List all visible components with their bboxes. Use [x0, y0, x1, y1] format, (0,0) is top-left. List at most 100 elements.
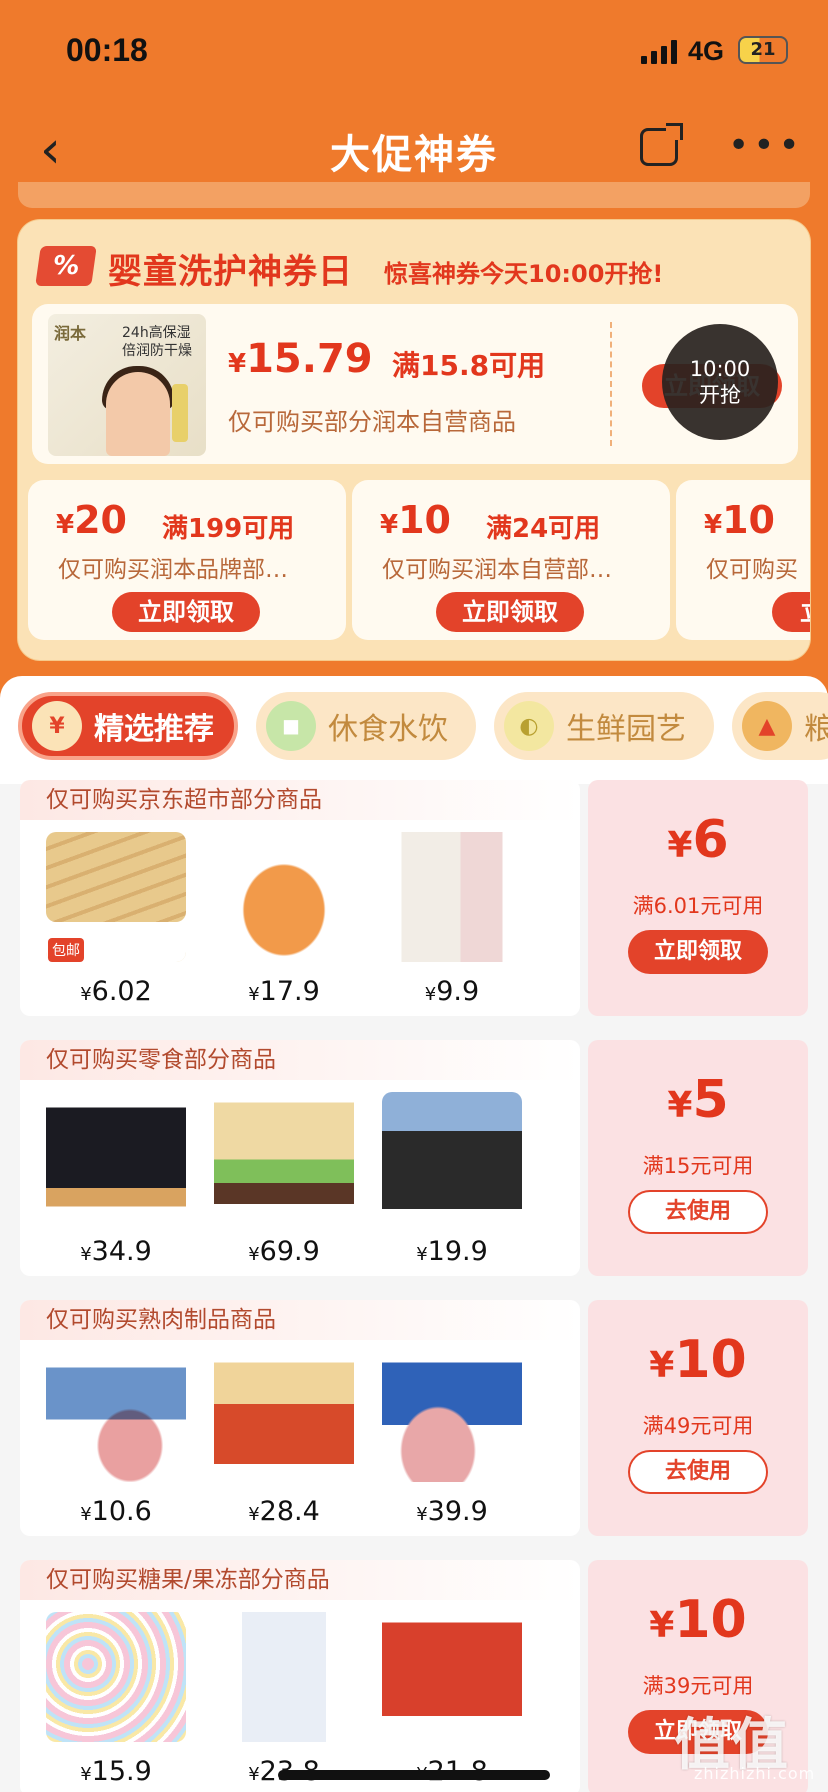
- battery-icon: 21: [738, 36, 788, 64]
- product-price: ¥17.9: [248, 976, 320, 1007]
- small-coupon[interactable]: ¥20 满199可用 仅可购买润本品牌部… 立即领取: [28, 480, 346, 640]
- main-coupon[interactable]: 润本 24h高保湿 倍润防干燥 ¥15.79 满15.8可用 仅可购买部分润本自…: [32, 304, 798, 464]
- coupon-icon: ¥: [32, 701, 82, 751]
- product-item[interactable]: ¥21.8: [382, 1612, 522, 1792]
- share-icon[interactable]: [640, 123, 683, 166]
- tab-featured[interactable]: ¥ 精选推荐: [18, 692, 238, 760]
- coupon-condition: 满49元可用: [642, 1414, 754, 1438]
- tab-snacks-drinks[interactable]: ◼ 休食水饮: [256, 692, 476, 760]
- small-coupon-amount: ¥10: [704, 498, 775, 542]
- coupon-card[interactable]: 仅可购买京东超市部分商品 包邮 ¥6.02 ¥17.9 ¥9.9 ¥6 满6.0…: [20, 780, 808, 1016]
- product-thumbnail: [46, 1352, 186, 1482]
- more-icon[interactable]: •••: [728, 128, 804, 164]
- product-item[interactable]: ¥15.9: [46, 1612, 186, 1792]
- product-thumbnail: [214, 1352, 354, 1482]
- status-time: 00:18: [66, 32, 148, 68]
- timer-label: 开抢: [699, 383, 741, 407]
- tab-fresh-produce[interactable]: ◐ 生鲜园艺: [494, 692, 714, 760]
- product-thumbnail: [382, 832, 522, 962]
- signal-icon: [641, 40, 677, 64]
- product-price: ¥69.9: [248, 1236, 320, 1267]
- small-coupon[interactable]: ¥10 仅可购买 立: [676, 480, 810, 640]
- card-header: 仅可购买糖果/果冻部分商品: [20, 1560, 580, 1600]
- coupon-divider: [610, 322, 612, 446]
- coupon-amount: ¥5: [667, 1070, 729, 1130]
- tab-label: 生鲜园艺: [566, 712, 686, 747]
- watermark-url: zhizhizhi.com: [694, 1764, 816, 1783]
- home-indicator[interactable]: [278, 1770, 550, 1780]
- tab-label: 粮: [804, 712, 828, 747]
- coupon-amount: ¥6: [667, 810, 729, 870]
- product-item[interactable]: ¥39.9: [382, 1352, 522, 1532]
- product-item[interactable]: ¥34.9: [46, 1092, 186, 1272]
- small-coupon-amount: ¥20: [56, 498, 127, 542]
- free-shipping-badge: 包邮: [48, 938, 84, 962]
- product-image: 润本 24h高保湿 倍润防干燥: [48, 314, 206, 456]
- nav-bar: ‹ 大促神券 •••: [0, 110, 828, 186]
- countdown-badge: 10:00 开抢: [662, 324, 778, 440]
- product-item[interactable]: ¥10.6: [46, 1352, 186, 1532]
- coupon-card[interactable]: 仅可购买熟肉制品商品 ¥10.6 ¥28.4 ¥39.9 ¥10 满49元可用 …: [20, 1300, 808, 1536]
- main-coupon-desc: 仅可购买部分润本自营商品: [228, 408, 516, 436]
- promo-panel: % 婴童洗护神券日 惊喜神券今天10:00开抢! 润本 24h高保湿 倍润防干燥…: [18, 220, 810, 660]
- product-panel: 仅可购买糖果/果冻部分商品 ¥15.9 ¥23.8 ¥21.8: [20, 1560, 580, 1792]
- small-coupon-claim-button[interactable]: 立: [772, 592, 810, 632]
- product-item[interactable]: ¥19.9: [382, 1092, 522, 1272]
- page-title: 大促神券: [330, 132, 498, 178]
- product-price: ¥39.9: [416, 1496, 488, 1527]
- timer-time: 10:00: [689, 357, 751, 381]
- main-coupon-condition: 满15.8可用: [392, 349, 546, 382]
- product-price: ¥28.4: [248, 1496, 320, 1527]
- claim-button[interactable]: 立即领取: [628, 930, 768, 974]
- coupon-value-panel: ¥5 满15元可用 去使用: [588, 1040, 808, 1276]
- product-panel: 仅可购买熟肉制品商品 ¥10.6 ¥28.4 ¥39.9: [20, 1300, 580, 1536]
- small-coupon-desc: 仅可购买润本自营部…: [382, 557, 612, 583]
- product-thumbnail: [214, 832, 354, 962]
- small-coupon-claim-button[interactable]: 立即领取: [436, 592, 584, 632]
- product-item[interactable]: ¥69.9: [214, 1092, 354, 1272]
- coupon-condition: 满39元可用: [642, 1674, 754, 1698]
- coupon-value-panel: ¥6 满6.01元可用 立即领取: [588, 780, 808, 1016]
- product-item[interactable]: ¥9.9: [382, 832, 522, 1012]
- coupon-value-panel: ¥10 满49元可用 去使用: [588, 1300, 808, 1536]
- product-thumbnail: [214, 1092, 354, 1222]
- tab-grain[interactable]: ▲ 粮: [732, 692, 828, 760]
- small-coupon-condition: 满24可用: [486, 514, 601, 544]
- small-coupon[interactable]: ¥10 满24可用 仅可购买润本自营部… 立即领取: [352, 480, 670, 640]
- use-button[interactable]: 去使用: [628, 1450, 768, 1494]
- product-thumbnail: [382, 1352, 522, 1482]
- product-price: ¥19.9: [416, 1236, 488, 1267]
- product-panel: 仅可购买零食部分商品 ¥34.9 ¥69.9 ¥19.9: [20, 1040, 580, 1276]
- grain-icon: ▲: [742, 701, 792, 751]
- product-thumbnail: [214, 1612, 354, 1742]
- product-item[interactable]: 包邮 ¥6.02: [46, 832, 186, 1012]
- tab-label: 精选推荐: [94, 712, 214, 747]
- panel-top-strip: [18, 182, 810, 208]
- card-header: 仅可购买京东超市部分商品: [20, 780, 580, 820]
- network-type: 4G: [688, 36, 725, 66]
- coupon-amount: ¥10: [649, 1590, 747, 1650]
- card-header: 仅可购买熟肉制品商品: [20, 1300, 580, 1340]
- status-bar: 00:18 4G 21: [0, 0, 828, 100]
- use-button[interactable]: 去使用: [628, 1190, 768, 1234]
- coupon-condition: 满6.01元可用: [632, 894, 764, 918]
- percent-badge-icon: %: [35, 246, 97, 286]
- product-item[interactable]: ¥28.4: [214, 1352, 354, 1532]
- product-item[interactable]: ¥23.8: [214, 1612, 354, 1792]
- category-tabs: ¥ 精选推荐 ◼ 休食水饮 ◐ 生鲜园艺 ▲ 粮: [0, 676, 828, 784]
- product-item[interactable]: ¥17.9: [214, 832, 354, 1012]
- product-panel: 仅可购买京东超市部分商品 包邮 ¥6.02 ¥17.9 ¥9.9: [20, 780, 580, 1016]
- product-thumbnail: [382, 1092, 522, 1222]
- product-price: ¥10.6: [80, 1496, 152, 1527]
- small-coupon-claim-button[interactable]: 立即领取: [112, 592, 260, 632]
- product-thumbnail: [46, 1612, 186, 1742]
- snack-drink-icon: ◼: [266, 701, 316, 751]
- coupon-card[interactable]: 仅可购买零食部分商品 ¥34.9 ¥69.9 ¥19.9 ¥5 满15元可用 去…: [20, 1040, 808, 1276]
- product-tagline: 24h高保湿 倍润防干燥: [122, 325, 192, 359]
- small-coupon-condition: 满199可用: [162, 514, 295, 544]
- tab-label: 休食水饮: [328, 712, 448, 747]
- small-coupon-amount: ¥10: [380, 498, 451, 542]
- main-coupon-amount: ¥15.79: [228, 336, 373, 382]
- product-price: ¥15.9: [80, 1756, 152, 1787]
- product-price: ¥6.02: [80, 976, 152, 1007]
